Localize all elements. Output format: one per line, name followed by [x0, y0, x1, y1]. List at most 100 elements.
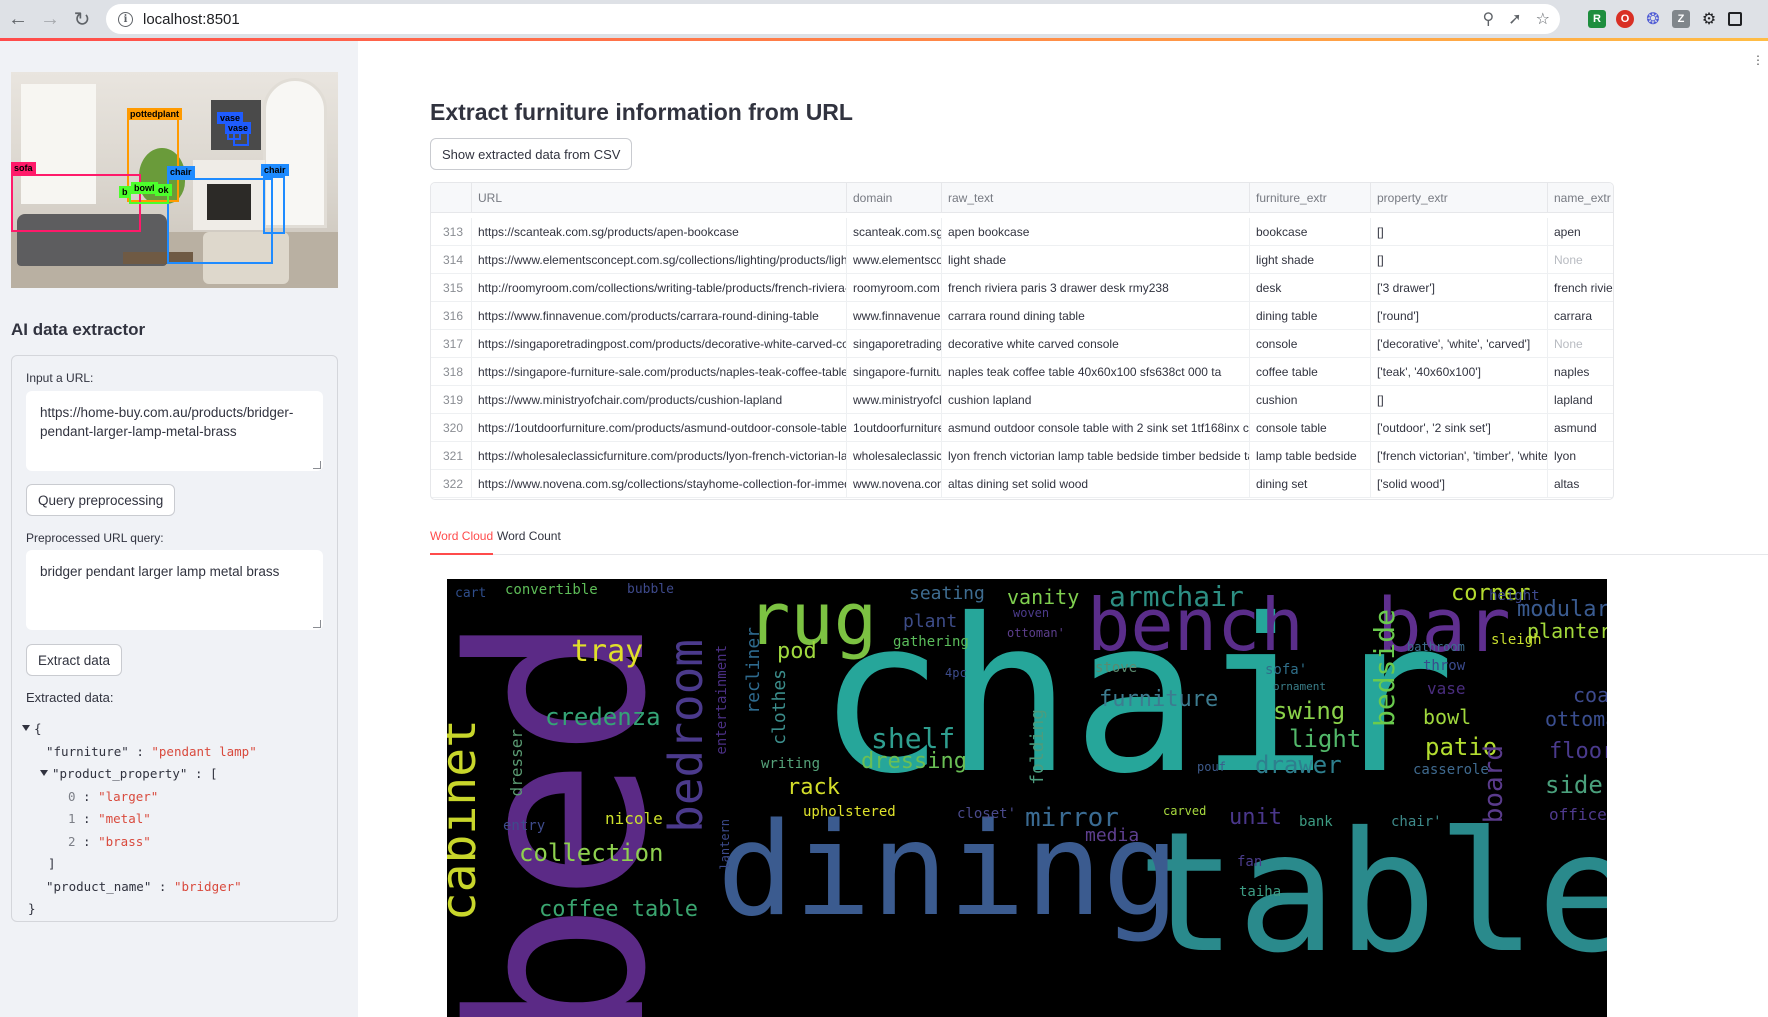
cell-name[interactable]: apen	[1548, 218, 1613, 246]
extract-data-button[interactable]: Extract data	[26, 644, 123, 676]
url-input-value[interactable]: https://home-buy.com.au/products/bridger…	[40, 405, 293, 439]
row-index[interactable]: 315	[431, 274, 472, 302]
cell-raw-text[interactable]: asmund outdoor console table with 2 sink…	[942, 414, 1250, 442]
row-index[interactable]: 314	[431, 246, 472, 274]
cell-url[interactable]: https://1outdoorfurniture.com/products/a…	[472, 414, 847, 442]
column-header-furniture[interactable]: furniture_extr	[1250, 183, 1371, 213]
site-info-icon[interactable]: i	[118, 11, 133, 27]
cell-name[interactable]: None	[1548, 330, 1613, 358]
cell-url[interactable]: https://www.elementsconcept.com.sg/colle…	[472, 246, 847, 274]
cell-property[interactable]: ['french victorian', 'timber', 'white']	[1371, 442, 1548, 470]
column-header-index[interactable]	[431, 183, 472, 213]
row-index[interactable]: 316	[431, 302, 472, 330]
cell-property[interactable]: []	[1371, 386, 1548, 414]
cell-domain[interactable]: www.finnavenue.com	[847, 302, 942, 330]
tab-word-count[interactable]: Word Count	[497, 528, 561, 555]
table-row[interactable]: 322 https://www.novena.com.sg/collections…	[431, 470, 1613, 498]
main-menu-icon[interactable]: ⋮	[1752, 53, 1764, 67]
row-index[interactable]: 318	[431, 358, 472, 386]
table-row[interactable]: 321 https://wholesaleclassicfurniture.com…	[431, 442, 1613, 470]
extension-star-icon[interactable]: ❂	[1644, 10, 1662, 28]
column-header-raw-text[interactable]: raw_text	[942, 183, 1250, 213]
row-index[interactable]: 313	[431, 218, 472, 246]
cell-url[interactable]: https://scanteak.com.sg/products/apen-bo…	[472, 218, 847, 246]
cell-raw-text[interactable]: altas dining set solid wood	[942, 470, 1250, 498]
cell-name[interactable]: None	[1548, 246, 1613, 274]
table-row[interactable]: 319 https://www.ministryofchair.com/produ…	[431, 386, 1613, 414]
cell-raw-text[interactable]: decorative white carved console	[942, 330, 1250, 358]
column-header-domain[interactable]: domain	[847, 183, 942, 213]
row-index[interactable]: 317	[431, 330, 472, 358]
cell-property[interactable]: []	[1371, 246, 1548, 274]
preprocessed-query-value[interactable]: bridger pendant larger lamp metal brass	[40, 564, 279, 579]
cell-url[interactable]: http://roomyroom.com/collections/writing…	[472, 274, 847, 302]
cell-name[interactable]: asmund	[1548, 414, 1613, 442]
cell-furniture[interactable]: dining table	[1250, 302, 1371, 330]
collapse-caret-icon[interactable]	[40, 769, 48, 776]
extension-z-icon[interactable]: Z	[1672, 10, 1690, 28]
cell-raw-text[interactable]: carrara round dining table	[942, 302, 1250, 330]
cell-domain[interactable]: 1outdoorfurniture.com	[847, 414, 942, 442]
row-index[interactable]: 322	[431, 470, 472, 498]
url-input[interactable]: https://home-buy.com.au/products/bridger…	[26, 391, 323, 471]
table-row[interactable]: 315 http://roomyroom.com/collections/writ…	[431, 274, 1613, 302]
cell-furniture[interactable]: coffee table	[1250, 358, 1371, 386]
cell-url[interactable]: https://www.ministryofchair.com/products…	[472, 386, 847, 414]
column-header-property[interactable]: property_extr	[1371, 183, 1548, 213]
cell-furniture[interactable]: console	[1250, 330, 1371, 358]
cell-raw-text[interactable]: light shade	[942, 246, 1250, 274]
cell-url[interactable]: https://www.finnavenue.com/products/carr…	[472, 302, 847, 330]
cell-raw-text[interactable]: naples teak coffee table 40x60x100 sfs63…	[942, 358, 1250, 386]
cell-name[interactable]: carrara	[1548, 302, 1613, 330]
cell-domain[interactable]: www.elementsconcept.com.sg	[847, 246, 942, 274]
cell-furniture[interactable]: lamp table bedside	[1250, 442, 1371, 470]
data-table[interactable]: URL domain raw_text furniture_extr prope…	[430, 182, 1614, 500]
cell-raw-text[interactable]: lyon french victorian lamp table bedside…	[942, 442, 1250, 470]
cell-furniture[interactable]: console table	[1250, 414, 1371, 442]
cell-domain[interactable]: www.novena.com.sg	[847, 470, 942, 498]
resize-grip-icon[interactable]	[313, 461, 321, 469]
url-text[interactable]: localhost:8501	[143, 11, 240, 28]
reload-icon[interactable]: ↻	[68, 5, 96, 33]
cell-furniture[interactable]: bookcase	[1250, 218, 1371, 246]
tab-word-cloud[interactable]: Word Cloud	[430, 528, 494, 555]
cell-raw-text[interactable]: apen bookcase	[942, 218, 1250, 246]
cell-property[interactable]: ['teak', '40x60x100']	[1371, 358, 1548, 386]
cell-property[interactable]: []	[1371, 218, 1548, 246]
cell-domain[interactable]: singaporetradingpost.com	[847, 330, 942, 358]
cell-url[interactable]: https://singapore-furniture-sale.com/pro…	[472, 358, 847, 386]
forward-arrow-icon[interactable]: →	[36, 5, 64, 33]
cell-domain[interactable]: scanteak.com.sg	[847, 218, 942, 246]
table-row[interactable]: 320 https://1outdoorfurniture.com/product…	[431, 414, 1613, 442]
table-row[interactable]: 313 https://scanteak.com.sg/products/apen…	[431, 218, 1613, 246]
cell-domain[interactable]: roomyroom.com	[847, 274, 942, 302]
row-index[interactable]: 319	[431, 386, 472, 414]
row-index[interactable]: 321	[431, 442, 472, 470]
cell-url[interactable]: https://singaporetradingpost.com/product…	[472, 330, 847, 358]
cell-property[interactable]: ['decorative', 'white', 'carved']	[1371, 330, 1548, 358]
cell-domain[interactable]: singapore-furniture-sale.com	[847, 358, 942, 386]
table-row[interactable]: 316 https://www.finnavenue.com/products/c…	[431, 302, 1613, 330]
extension-o-icon[interactable]: O	[1616, 10, 1634, 28]
cell-furniture[interactable]: desk	[1250, 274, 1371, 302]
zoom-icon[interactable]: ⚲	[1483, 9, 1495, 29]
collapse-caret-icon[interactable]	[22, 724, 30, 731]
column-header-name[interactable]: name_extr	[1548, 183, 1613, 213]
bookmark-star-icon[interactable]: ☆	[1536, 9, 1550, 29]
cell-name[interactable]: lapland	[1548, 386, 1613, 414]
cell-url[interactable]: https://wholesaleclassicfurniture.com/pr…	[472, 442, 847, 470]
cell-furniture[interactable]: cushion	[1250, 386, 1371, 414]
query-preprocessing-button[interactable]: Query preprocessing	[26, 484, 176, 516]
back-arrow-icon[interactable]: ←	[4, 5, 32, 33]
cell-raw-text[interactable]: cushion lapland	[942, 386, 1250, 414]
side-panel-icon[interactable]	[1728, 12, 1742, 26]
table-row[interactable]: 314 https://www.elementsconcept.com.sg/co…	[431, 246, 1613, 274]
cell-raw-text[interactable]: french riviera paris 3 drawer desk rmy23…	[942, 274, 1250, 302]
cell-name[interactable]: french riviera	[1548, 274, 1613, 302]
cell-property[interactable]: ['3 drawer']	[1371, 274, 1548, 302]
cell-domain[interactable]: wholesaleclassicfurniture.com	[847, 442, 942, 470]
cell-name[interactable]: lyon	[1548, 442, 1613, 470]
cell-name[interactable]: naples	[1548, 358, 1613, 386]
cell-url[interactable]: https://www.novena.com.sg/collections/st…	[472, 470, 847, 498]
cell-property[interactable]: ['outdoor', '2 sink set']	[1371, 414, 1548, 442]
